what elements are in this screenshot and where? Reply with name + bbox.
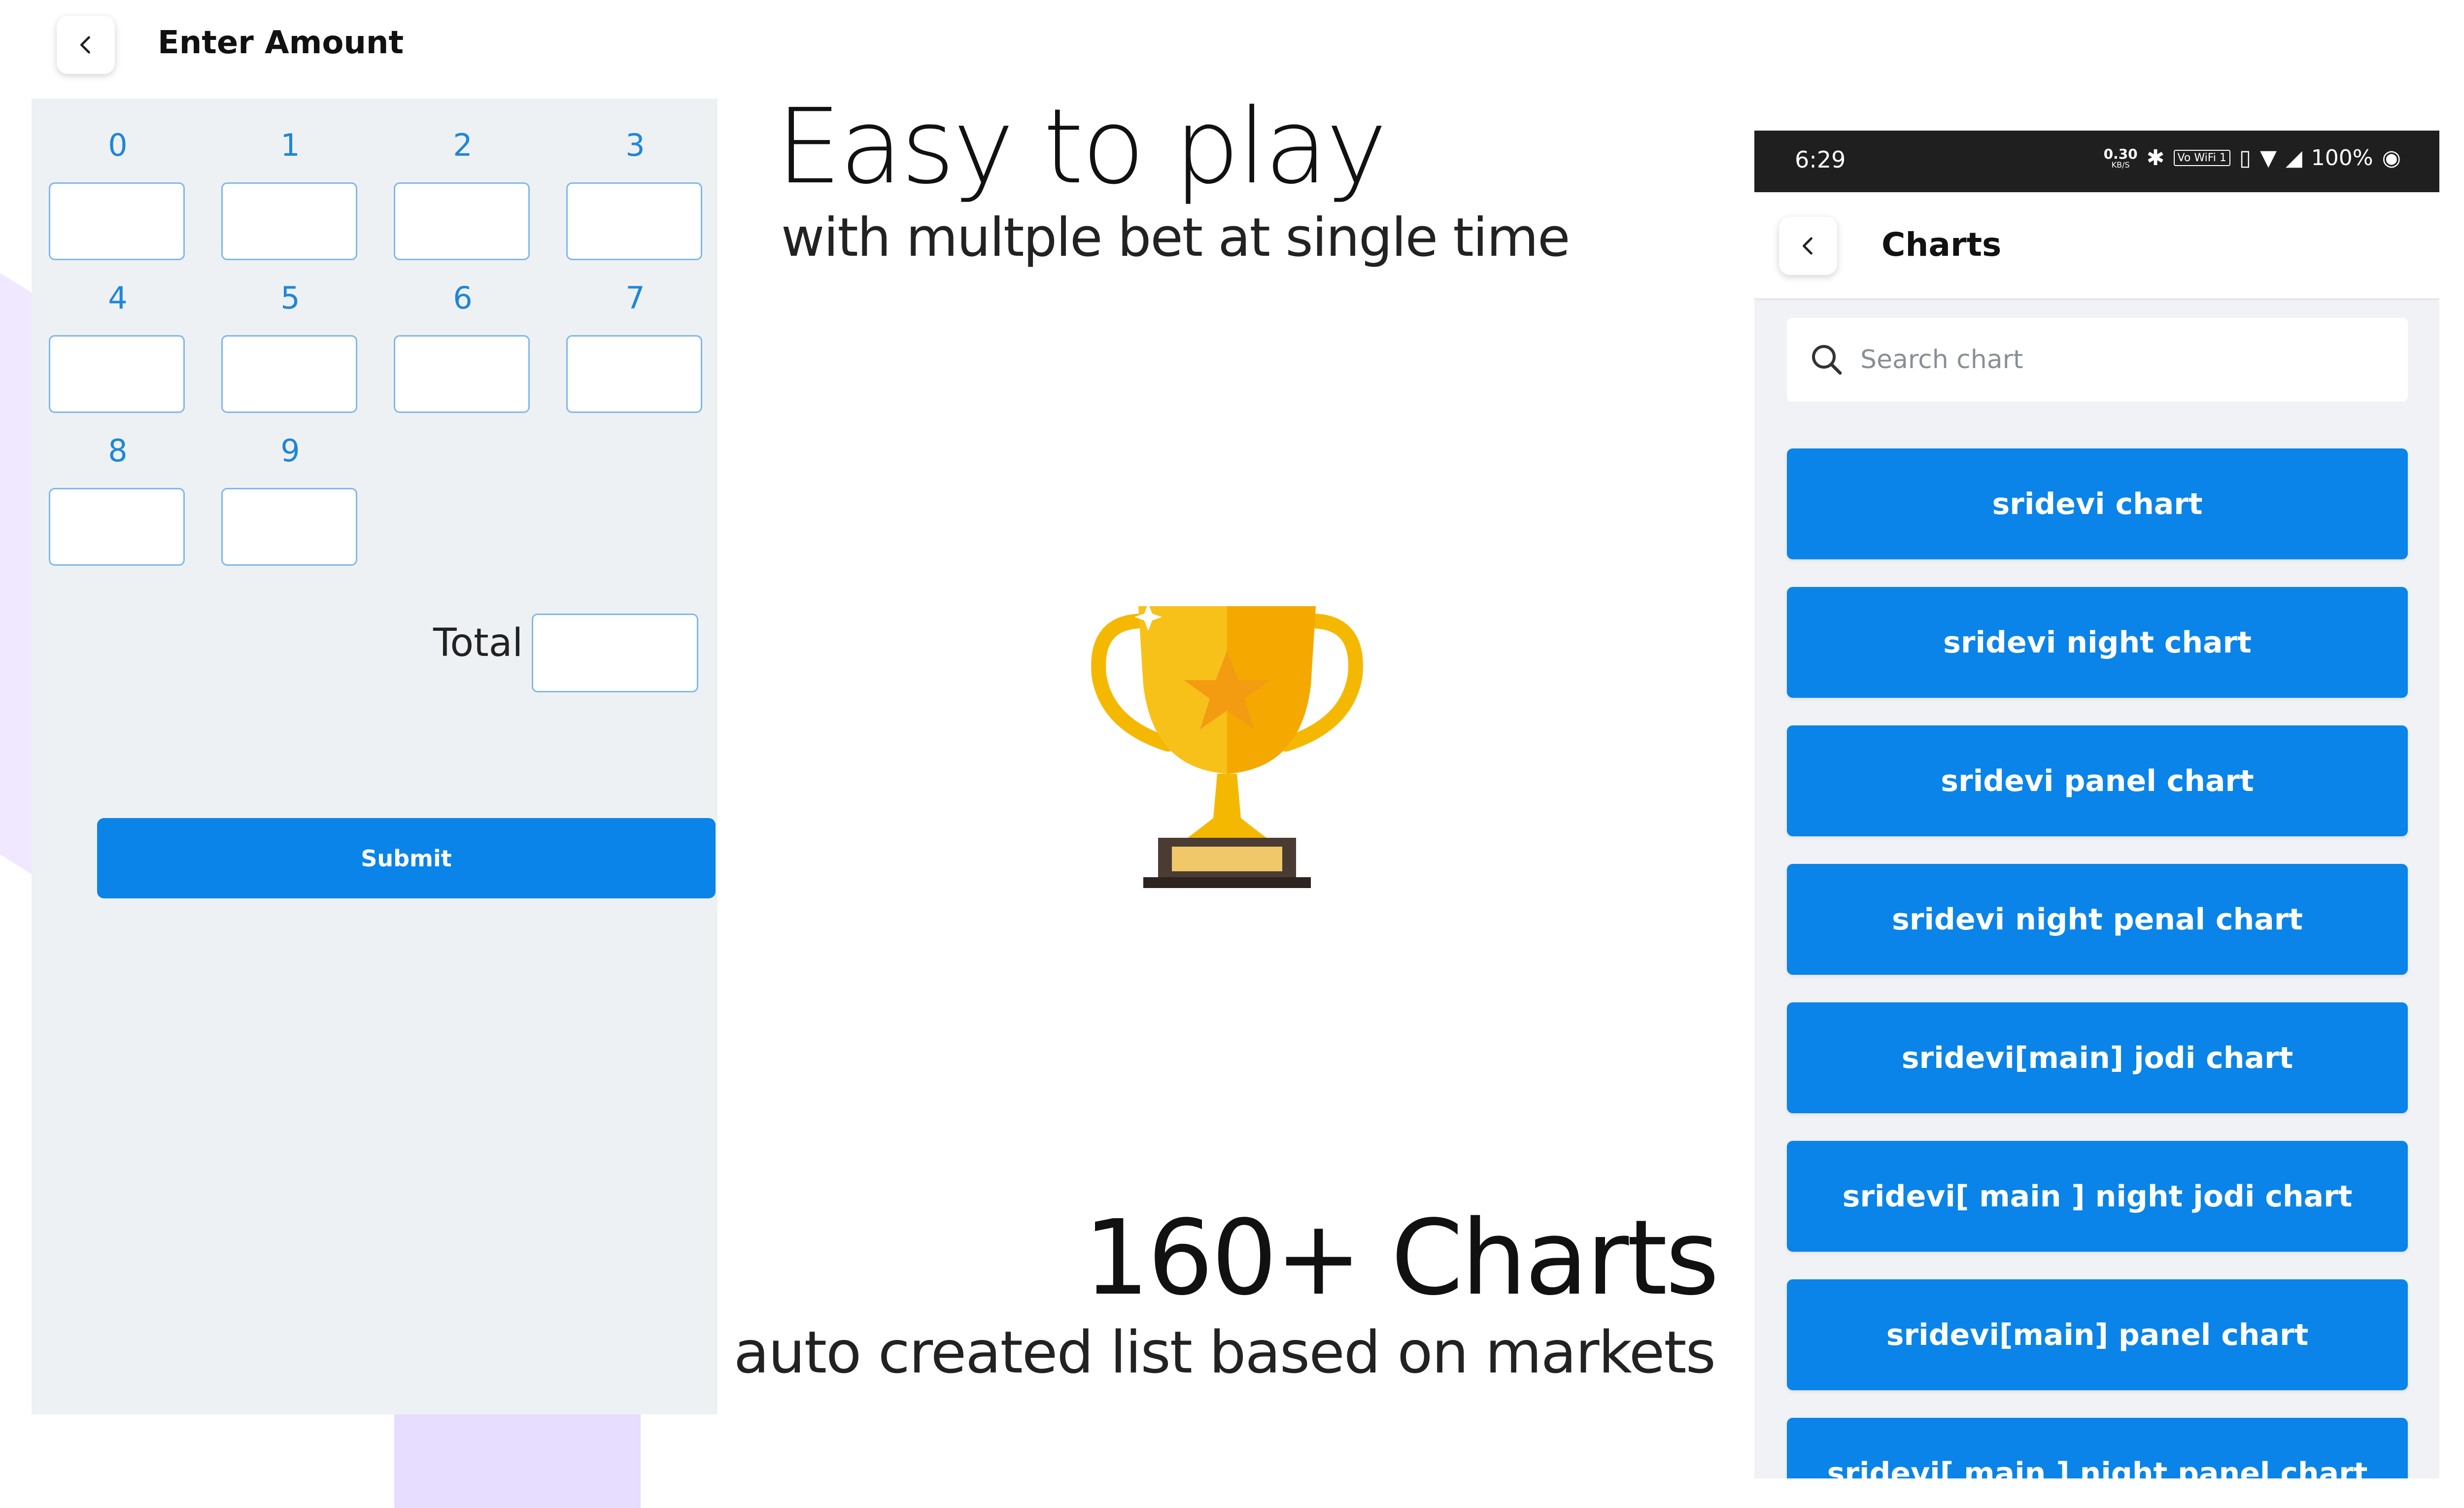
digit-2-input[interactable]: [394, 182, 530, 260]
digit-label: 4: [108, 280, 128, 316]
chart-button[interactable]: sridevi panel chart: [1787, 725, 2408, 836]
data-speed-unit: KB/S: [2111, 160, 2130, 170]
digit-4-cell: 4: [49, 276, 187, 413]
digit-1-cell: 1: [221, 123, 359, 260]
status-time: 6:29: [1795, 146, 1846, 173]
chart-list: sridevi chart sridevi night chart sridev…: [1787, 448, 2408, 1478]
chart-button[interactable]: sridevi[ main ] night jodi chart: [1787, 1141, 2408, 1252]
charts-phone-screen: 6:29 0.30 KB/S ✱ Vo WiFi 1 ▯ ▼ ◢ 100% ◉ …: [1754, 131, 2439, 1478]
digit-7-input[interactable]: [566, 335, 702, 413]
enter-amount-header: Enter Amount: [0, 0, 719, 99]
search-input[interactable]: [1859, 344, 2354, 375]
trophy-icon: [1091, 604, 1363, 888]
data-speed-value: 0.30: [2103, 145, 2138, 162]
digit-7-cell: 7: [566, 276, 704, 413]
digit-label: 3: [625, 127, 645, 163]
chevron-left-icon: [80, 36, 90, 54]
wifi-icon: ▼: [2260, 145, 2277, 171]
chart-button[interactable]: sridevi chart: [1787, 448, 2408, 559]
background-decoration-bottom: [394, 1409, 641, 1508]
digit-9-input[interactable]: [221, 488, 357, 566]
chart-button[interactable]: sridevi night penal chart: [1787, 864, 2408, 975]
status-icons: 0.30 KB/S ✱ Vo WiFi 1 ▯ ▼ ◢ 100% ◉: [2104, 145, 2401, 171]
total-field[interactable]: [532, 614, 698, 692]
chevron-left-icon: [1802, 237, 1813, 255]
battery-percentage: 100%: [2311, 145, 2373, 171]
signal-icon: ◢: [2285, 145, 2302, 171]
digit-8-cell: 8: [49, 429, 187, 566]
digit-1-input[interactable]: [221, 182, 357, 260]
search-icon: [1812, 345, 1842, 375]
digit-3-cell: 3: [566, 123, 704, 260]
digit-5-input[interactable]: [221, 335, 357, 413]
search-bar[interactable]: [1787, 318, 2408, 402]
back-button[interactable]: [57, 16, 115, 74]
digit-3-input[interactable]: [566, 182, 702, 260]
digit-label: 5: [280, 280, 300, 316]
charts-header: Charts: [1754, 192, 2439, 300]
back-button[interactable]: [1779, 217, 1837, 275]
digit-4-input[interactable]: [49, 335, 185, 413]
digit-6-cell: 6: [394, 276, 532, 413]
submit-button[interactable]: Submit: [97, 818, 716, 898]
promo-title-easy: Easy to play: [776, 86, 1387, 207]
digit-6-input[interactable]: [394, 335, 530, 413]
digit-5-cell: 5: [221, 276, 359, 413]
digit-2-cell: 2: [394, 123, 532, 260]
chart-button[interactable]: sridevi[main] panel chart: [1787, 1279, 2408, 1390]
digit-8-input[interactable]: [49, 488, 185, 566]
digit-label: 0: [108, 127, 128, 163]
digit-0-input[interactable]: [49, 182, 185, 260]
chart-button[interactable]: sridevi night chart: [1787, 587, 2408, 698]
digit-label: 2: [453, 127, 473, 163]
total-label: Total: [433, 621, 523, 665]
chart-button[interactable]: sridevi[ main ] night panel chart: [1787, 1418, 2408, 1478]
digit-label: 1: [280, 127, 300, 163]
page-title: Enter Amount: [158, 25, 404, 61]
digit-0-cell: 0: [49, 123, 187, 260]
chart-button[interactable]: sridevi[main] jodi chart: [1787, 1002, 2408, 1113]
digit-label: 6: [453, 280, 473, 316]
battery-icon: ◉: [2382, 145, 2401, 171]
digit-9-cell: 9: [221, 429, 359, 566]
digit-label: 7: [625, 280, 645, 316]
bluetooth-icon: ✱: [2146, 145, 2165, 171]
status-bar: 6:29 0.30 KB/S ✱ Vo WiFi 1 ▯ ▼ ◢ 100% ◉: [1754, 131, 2439, 192]
data-speed-indicator: 0.30 KB/S: [2104, 147, 2138, 169]
digit-label: 9: [280, 433, 300, 469]
promo-subtitle-charts: auto created list based on markets: [733, 1318, 1716, 1386]
page-title: Charts: [1882, 226, 2002, 264]
vowifi-icon: Vo WiFi 1: [2173, 150, 2230, 166]
amount-panel: 0 1 2 3 4 5 6 7 8 9 Total Submit: [32, 99, 718, 1414]
vibrate-icon: ▯: [2239, 145, 2252, 171]
promo-subtitle-easy: with multple bet at single time: [781, 207, 1570, 269]
digit-label: 8: [108, 433, 128, 469]
promo-title-charts: 160+ Charts: [1083, 1198, 1719, 1318]
